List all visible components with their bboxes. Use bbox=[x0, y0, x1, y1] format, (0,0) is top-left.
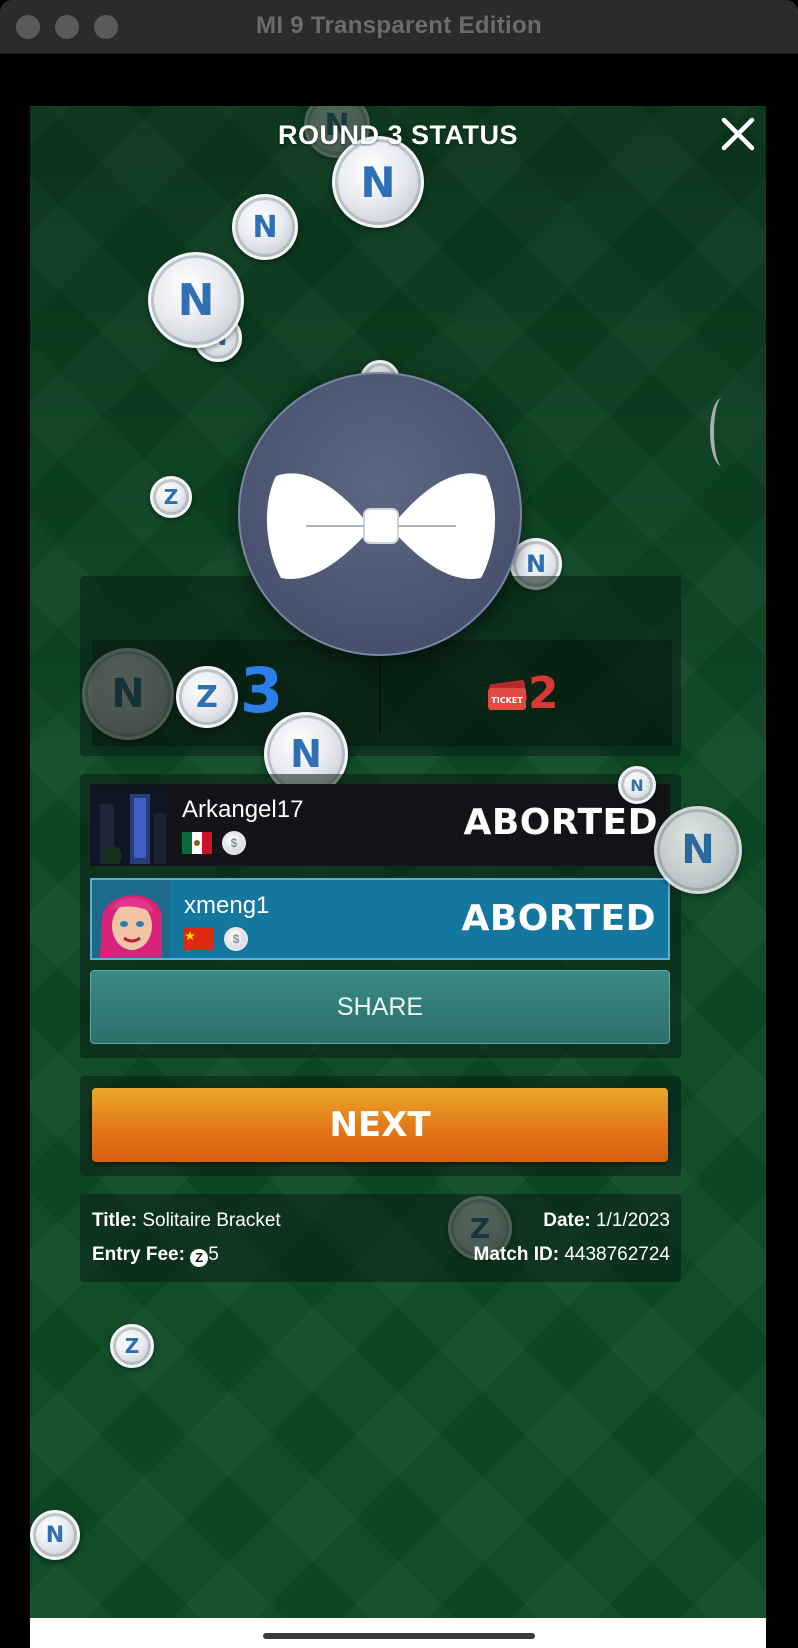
match-value: 4438762724 bbox=[564, 1244, 670, 1265]
player-name: xmeng1 bbox=[184, 892, 270, 919]
coin-icon: N bbox=[654, 806, 742, 894]
match-date: Date: 1/1/2023 bbox=[543, 1210, 670, 1232]
player-row[interactable]: Arkangel17 $ ABORTED bbox=[90, 784, 670, 866]
match-title: Title: Solitaire Bracket bbox=[92, 1210, 281, 1232]
player-row[interactable]: xmeng1 $ ABORTED bbox=[90, 878, 670, 960]
close-icon[interactable] bbox=[718, 114, 758, 154]
app-screen: N N N N N N Z N N Z 3 TICKET 2 N Arkange bbox=[30, 106, 766, 1618]
fee-value: 5 bbox=[208, 1244, 219, 1265]
coin-score: 3 bbox=[240, 654, 284, 727]
coin-icon: Z bbox=[110, 1324, 154, 1368]
coin-icon: N bbox=[30, 1510, 80, 1560]
coin-icon: N bbox=[82, 648, 174, 740]
coin-icon: Z bbox=[150, 476, 192, 518]
player-name: Arkangel17 bbox=[182, 796, 304, 823]
ticket-label: TICKET bbox=[491, 696, 523, 705]
player-status: ABORTED bbox=[461, 898, 656, 939]
window-title: MI 9 Transparent Edition bbox=[256, 12, 542, 39]
next-button[interactable]: NEXT bbox=[92, 1088, 668, 1162]
match-info-panel bbox=[80, 1194, 681, 1282]
ticket-score: 2 bbox=[528, 668, 559, 719]
match-label: Match ID: bbox=[473, 1244, 560, 1265]
mexico-flag-icon bbox=[182, 832, 212, 854]
entry-fee: Entry Fee: Z5 bbox=[92, 1244, 219, 1267]
date-label: Date: bbox=[543, 1210, 591, 1231]
page-title: ROUND 3 STATUS bbox=[277, 120, 518, 150]
date-value: 1/1/2023 bbox=[596, 1210, 670, 1231]
coin-icon: N bbox=[618, 766, 656, 804]
coin-badge-icon: $ bbox=[224, 927, 248, 951]
score-divider bbox=[379, 654, 381, 734]
coin-edge-icon bbox=[710, 398, 734, 466]
coin-icon: N bbox=[148, 252, 244, 348]
player-avatar bbox=[92, 786, 170, 864]
zcoin-icon: Z bbox=[176, 666, 238, 728]
bowtie-icon bbox=[266, 473, 496, 579]
title-value: Solitaire Bracket bbox=[142, 1210, 281, 1231]
fee-label: Entry Fee: bbox=[92, 1244, 185, 1265]
player-avatar bbox=[92, 880, 170, 958]
zcoin-icon: Z bbox=[190, 1249, 209, 1267]
share-button[interactable]: SHARE bbox=[90, 970, 670, 1044]
china-flag-icon bbox=[184, 928, 214, 950]
title-label: Title: bbox=[92, 1210, 138, 1231]
home-indicator[interactable] bbox=[263, 1633, 535, 1639]
coin-icon: N bbox=[232, 194, 298, 260]
match-id: Match ID: 4438762724 bbox=[474, 1244, 670, 1266]
player-status: ABORTED bbox=[463, 802, 658, 843]
coin-badge-icon: $ bbox=[222, 831, 246, 855]
window-titlebar: MI 9 Transparent Edition bbox=[0, 0, 798, 54]
ticket-icon: TICKET bbox=[488, 679, 527, 710]
